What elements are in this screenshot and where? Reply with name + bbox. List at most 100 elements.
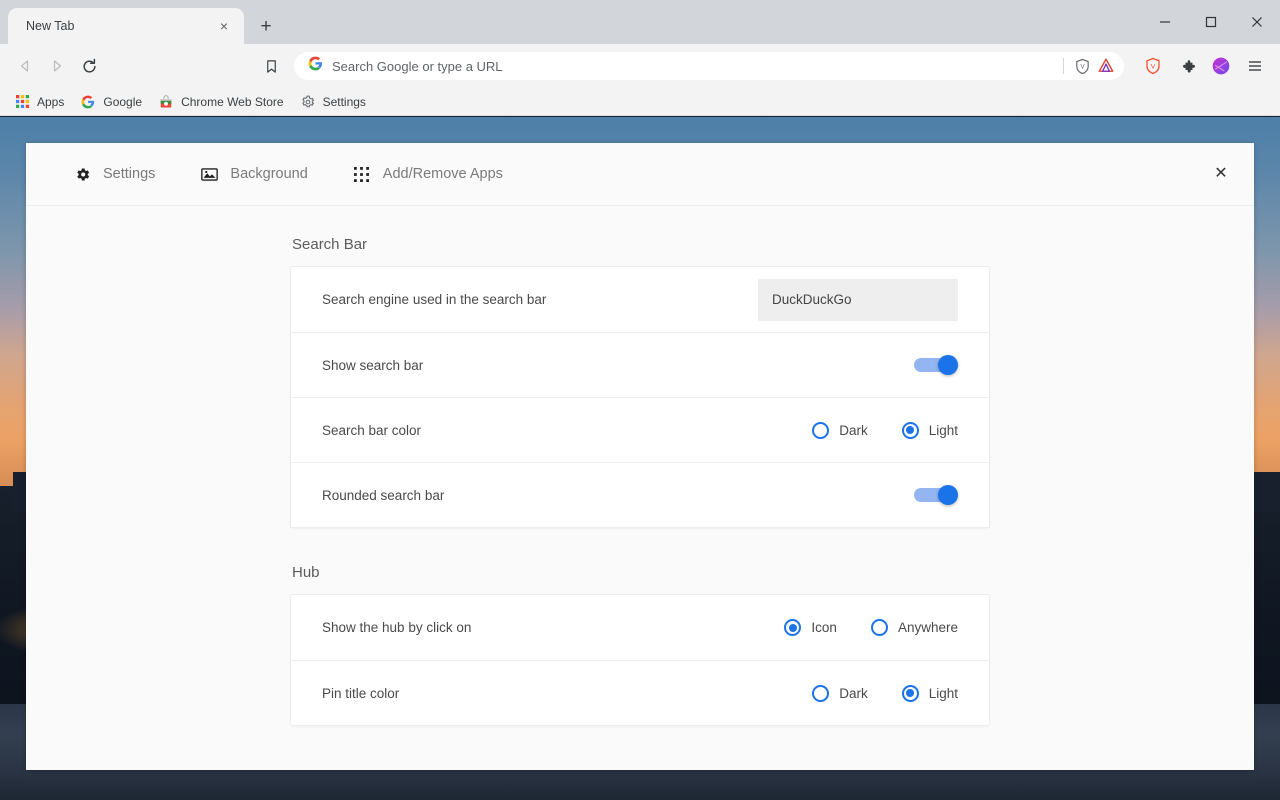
setting-control [914,485,958,505]
radio-option-light[interactable]: Light [901,684,958,702]
toggle-thumb [938,485,958,505]
setting-row-search-bar-color: Search bar color Dark Light [291,397,989,462]
radio-option-anywhere[interactable]: Anywhere [870,619,958,636]
brave-shields-panel-icon[interactable]: V [1138,51,1168,81]
gear-icon [72,164,92,184]
setting-row-show-search-bar: Show search bar [291,332,989,397]
setting-row-rounded-search-bar: Rounded search bar [291,462,989,527]
radio-label: Anywhere [897,620,958,635]
bookmark-google[interactable]: Google [76,91,150,113]
omnibox-divider [1063,58,1064,74]
settings-content: Search Bar Search engine used in the sea… [290,236,990,726]
browser-tab[interactable]: New Tab × [8,8,244,44]
chrome-web-store-icon [158,94,174,110]
show-hub-radio-group: Icon Anywhere [784,619,958,636]
pin-title-color-radio-group: Dark Light [812,684,958,702]
bookmark-label: Settings [322,94,366,109]
settings-panel: Settings Background Add/Remove Apps ✕ Se… [26,143,1254,770]
brave-shields-icon[interactable]: V [1070,54,1094,78]
radio-icon [812,421,830,439]
google-icon [308,56,323,76]
search-bar-color-radio-group: Dark Light [812,421,958,439]
radio-icon [812,684,830,702]
browser-menu-icon[interactable] [1240,51,1270,81]
radio-label: Light [928,685,958,701]
setting-label: Search engine used in the search bar [322,292,547,307]
window-controls [1142,0,1280,44]
apps-grid-icon [352,164,372,184]
bookmark-label: Apps [37,94,65,109]
close-button[interactable] [1234,0,1280,44]
setting-row-pin-title-color: Pin title color Dark Light [291,660,989,725]
show-search-bar-toggle[interactable] [914,355,958,375]
back-icon[interactable] [10,51,40,81]
radio-icon-selected [901,421,919,439]
search-engine-select[interactable]: DuckDuckGo [758,278,958,321]
radio-option-dark[interactable]: Dark [812,421,868,439]
bookmark-label: Chrome Web Store [181,94,284,109]
toggle-thumb [938,355,958,375]
panel-tab-label: Add/Remove Apps [382,166,503,182]
radio-option-dark[interactable]: Dark [812,684,868,702]
section-title: Search Bar [292,236,368,253]
radio-option-icon[interactable]: Icon [784,619,837,636]
toolbar-right-actions: V [1134,51,1270,81]
new-tab-button[interactable]: + [252,12,280,40]
setting-label: Show search bar [322,357,424,373]
omnibox-input[interactable]: Search Google or type a URL [332,59,1057,74]
gear-icon [300,94,316,110]
section-title: Hub [292,564,320,581]
brave-rewards-icon[interactable] [1094,54,1118,78]
radio-label: Icon [811,620,837,635]
maximize-button[interactable] [1188,0,1234,44]
settings-card: Search engine used in the search bar Duc… [290,266,990,528]
image-icon [199,164,219,184]
profile-avatar[interactable] [1206,51,1236,81]
bookmark-settings[interactable]: Settings [296,91,374,113]
radio-option-light[interactable]: Light [901,421,958,439]
tab-title: New Tab [26,19,75,33]
new-tab-page: Settings Background Add/Remove Apps ✕ Se… [0,117,1280,800]
tab-close-icon[interactable]: × [214,16,234,36]
bookmark-icon[interactable] [256,51,286,81]
settings-panel-header: Settings Background Add/Remove Apps ✕ [26,143,1254,206]
reload-icon[interactable] [74,51,104,81]
forward-icon[interactable] [42,51,72,81]
omnibox[interactable]: Search Google or type a URL V [294,52,1124,80]
bookmarks-bar: Apps Google Chrome Web Store Settings [0,88,1280,116]
radio-icon-selected [784,619,802,636]
panel-tab-label: Settings [103,166,156,182]
setting-label: Rounded search bar [322,487,445,503]
panel-tab-background[interactable]: Background [199,164,308,184]
settings-panel-body: Search Bar Search engine used in the sea… [26,206,1254,770]
panel-tab-add-remove-apps[interactable]: Add/Remove Apps [352,164,503,184]
minimize-button[interactable] [1142,0,1188,44]
setting-control [914,355,958,375]
setting-control: DuckDuckGo [758,278,958,321]
svg-text:V: V [1151,64,1156,71]
radio-label: Dark [839,685,868,701]
bookmark-label: Google [103,94,143,109]
setting-row-show-hub: Show the hub by click on Icon Anywhere [291,595,989,660]
bookmark-apps[interactable]: Apps [10,91,72,113]
section-hub: Hub Show the hub by click on Icon Anywhe… [290,564,990,726]
svg-text:V: V [1080,63,1085,70]
panel-tab-label: Background [230,166,308,182]
section-search-bar: Search Bar Search engine used in the sea… [290,236,990,528]
radio-icon-selected [901,684,919,702]
setting-label: Search bar color [322,422,422,438]
setting-label: Show the hub by click on [322,620,472,635]
settings-card: Show the hub by click on Icon Anywhere P… [290,594,990,726]
bookmark-chrome-web-store[interactable]: Chrome Web Store [154,91,292,113]
extensions-icon[interactable] [1172,51,1202,81]
radio-label: Light [928,422,958,438]
panel-tab-settings[interactable]: Settings [72,164,155,184]
tab-strip: New Tab × + [0,0,1280,44]
setting-row-search-engine: Search engine used in the search bar Duc… [291,267,989,332]
radio-icon [870,619,888,636]
close-icon[interactable]: ✕ [1206,159,1236,189]
apps-grid-icon [14,94,30,110]
setting-label: Pin title color [322,685,400,701]
rounded-search-bar-toggle[interactable] [914,485,958,505]
browser-toolbar: Search Google or type a URL V V [0,44,1280,88]
